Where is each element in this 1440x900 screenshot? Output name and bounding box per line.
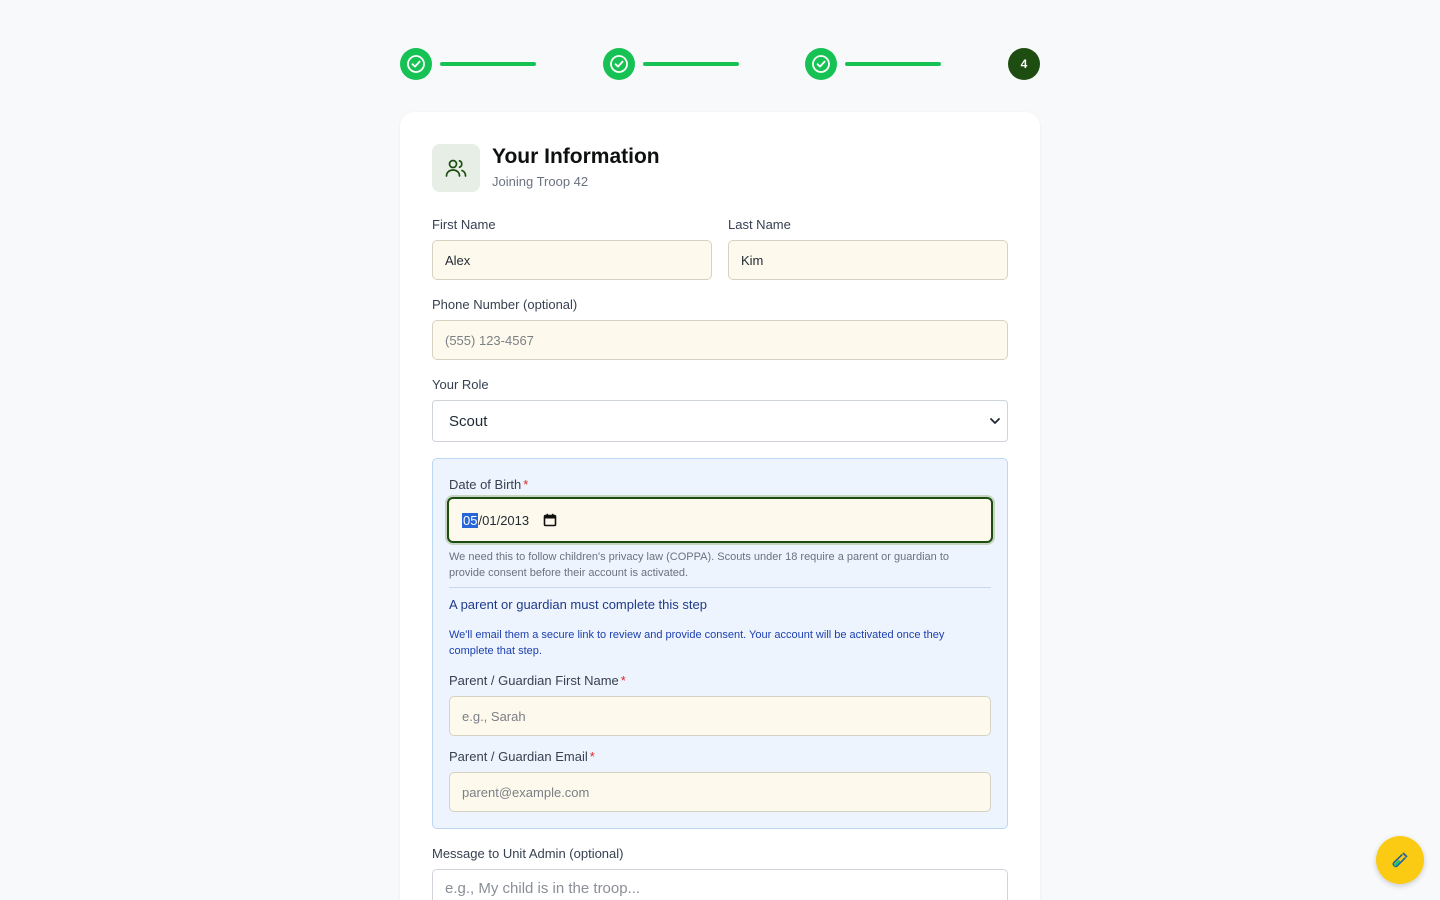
divider	[449, 587, 991, 588]
role-select[interactable]: Scout	[432, 400, 1008, 442]
step-number: 4	[1020, 57, 1028, 71]
guardian-email-label-text: Parent / Guardian Email	[449, 749, 588, 764]
first-name-label: First Name	[432, 217, 496, 232]
dob-label-text: Date of Birth	[449, 477, 522, 492]
calendar-icon[interactable]	[543, 513, 557, 527]
guardian-first-name-label-text: Parent / Guardian First Name	[449, 673, 619, 688]
coppa-help-text: We need this to follow children's privac…	[449, 551, 950, 579]
step-connector	[440, 62, 536, 66]
guardian-email-input[interactable]: parent@example.com	[449, 772, 991, 812]
message-label: Message to Unit Admin (optional)	[432, 846, 624, 861]
check-circle-icon	[407, 55, 425, 73]
card-header: Your Information Joining Troop 42	[432, 144, 660, 192]
progress-stepper: 4	[400, 48, 1040, 80]
required-mark: *	[620, 673, 626, 688]
test-tube-icon	[1392, 852, 1408, 868]
step-1-complete	[400, 48, 432, 80]
dob-label: Date of Birth *	[449, 476, 528, 494]
phone-input[interactable]: (555) 123-4567	[432, 320, 1008, 360]
required-mark: *	[589, 749, 595, 764]
header-icon-box	[432, 144, 480, 192]
dob-month-segment[interactable]: 05	[462, 512, 479, 528]
test-tools-button[interactable]	[1376, 836, 1424, 884]
coppa-panel: Date of Birth * 05/01/2013 We need this t…	[432, 458, 1008, 829]
role-selected-value: Scout	[449, 412, 488, 430]
chevron-down-icon	[990, 418, 1000, 424]
users-icon	[445, 159, 467, 177]
guardian-first-name-input[interactable]: e.g., Sarah	[449, 696, 991, 736]
dob-input[interactable]: 05/01/2013	[447, 497, 993, 543]
dob-year-segment[interactable]: 2013	[500, 513, 529, 528]
step-4-current: 4	[1008, 48, 1040, 80]
step-connector	[643, 62, 739, 66]
guardian-notice-text: We'll email them a secure link to review…	[449, 629, 945, 657]
required-mark: *	[523, 477, 529, 492]
page-title: Your Information	[492, 145, 660, 168]
registration-card: Your Information Joining Troop 42 First …	[400, 112, 1040, 900]
step-3-complete	[805, 48, 837, 80]
step-connector	[845, 62, 941, 66]
last-name-input[interactable]: Kim	[728, 240, 1008, 280]
guardian-first-name-label: Parent / Guardian First Name *	[449, 672, 626, 690]
guardian-email-label: Parent / Guardian Email *	[449, 748, 595, 766]
step-2-complete	[603, 48, 635, 80]
page-subtitle: Joining Troop 42	[492, 174, 589, 189]
last-name-label: Last Name	[728, 217, 791, 232]
dob-day-segment[interactable]: 01	[482, 513, 496, 528]
check-circle-icon	[610, 55, 628, 73]
first-name-input[interactable]: Alex	[432, 240, 712, 280]
guardian-notice-title: A parent or guardian must complete this …	[449, 597, 707, 612]
role-label: Your Role	[432, 377, 489, 392]
phone-label: Phone Number (optional)	[432, 297, 578, 312]
message-textarea[interactable]: e.g., My child is in the troop...	[432, 869, 1008, 900]
check-circle-icon	[812, 55, 830, 73]
